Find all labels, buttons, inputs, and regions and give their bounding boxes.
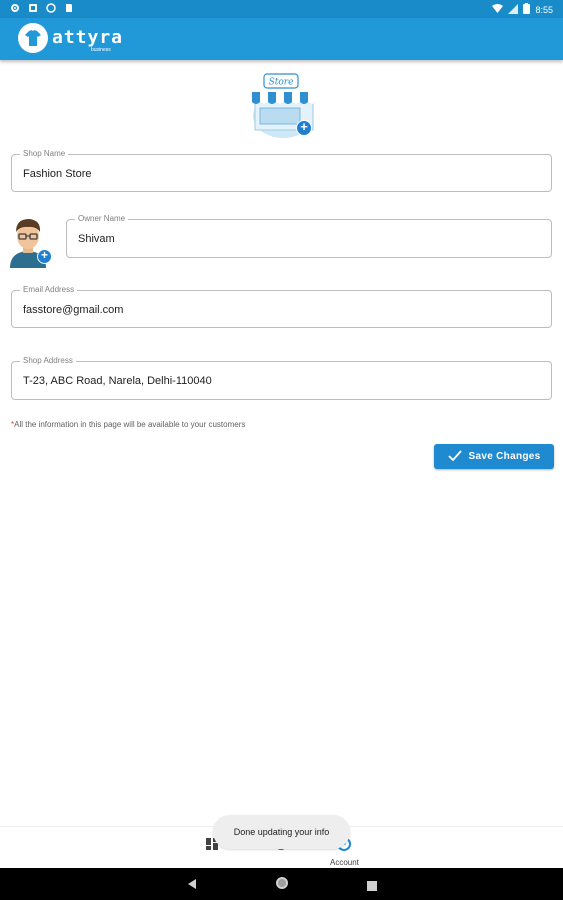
shop-name-value: Fashion Store xyxy=(23,168,92,180)
owner-name-label: Owner Name xyxy=(75,214,129,224)
shop-address-field[interactable]: Shop Address T-23, ABC Road, Narela, Del… xyxy=(11,356,552,400)
store-sign-text: Store xyxy=(269,78,294,88)
back-icon[interactable] xyxy=(186,877,198,895)
logo-subtext: business xyxy=(91,47,111,53)
status-bar: 8:55 xyxy=(0,0,563,18)
shirt-icon xyxy=(18,23,48,53)
email-label: Email Address xyxy=(20,285,78,295)
logo-text: attyra xyxy=(52,27,124,48)
toast-text: Done updating your info xyxy=(233,827,330,837)
shop-name-label: Shop Name xyxy=(20,149,69,159)
store-photo-picker[interactable]: Store + xyxy=(246,72,316,138)
owner-name-field[interactable]: Owner Name Shivam xyxy=(66,214,552,258)
recents-icon[interactable] xyxy=(367,878,377,896)
app-bar: attyra business xyxy=(0,18,563,60)
add-store-photo-icon[interactable]: + xyxy=(296,120,312,136)
signal-icon xyxy=(508,3,519,16)
system-navigation-bar xyxy=(0,868,563,900)
info-note: *All the information in this page will b… xyxy=(11,420,245,429)
owner-avatar[interactable]: + xyxy=(8,214,54,268)
nav-account-label: Account xyxy=(330,858,359,867)
sync-icon xyxy=(46,3,56,13)
owner-name-value: Shivam xyxy=(78,233,115,245)
email-value: fasstore@gmail.com xyxy=(23,304,124,316)
shop-address-value: T-23, ABC Road, Narela, Delhi-110040 xyxy=(23,375,212,387)
shop-address-label: Shop Address xyxy=(20,356,76,366)
checkmark-icon xyxy=(447,449,462,464)
settings-icon xyxy=(10,3,20,13)
add-avatar-icon[interactable]: + xyxy=(37,249,52,264)
email-field[interactable]: Email Address fasstore@gmail.com xyxy=(11,285,552,328)
battery-icon xyxy=(523,3,531,16)
sd-card-icon xyxy=(64,3,74,13)
clock-time: 8:55 xyxy=(535,4,553,15)
wifi-icon xyxy=(492,3,504,16)
home-icon[interactable] xyxy=(275,876,289,895)
attyra-logo[interactable]: attyra business xyxy=(18,23,123,53)
notification-icon xyxy=(28,3,38,13)
info-note-text: All the information in this page will be… xyxy=(14,420,246,429)
save-changes-label: Save Changes xyxy=(468,451,541,462)
save-changes-button[interactable]: Save Changes xyxy=(434,444,554,469)
shop-name-field[interactable]: Shop Name Fashion Store xyxy=(11,149,552,192)
toast-message: Done updating your info xyxy=(213,815,350,849)
